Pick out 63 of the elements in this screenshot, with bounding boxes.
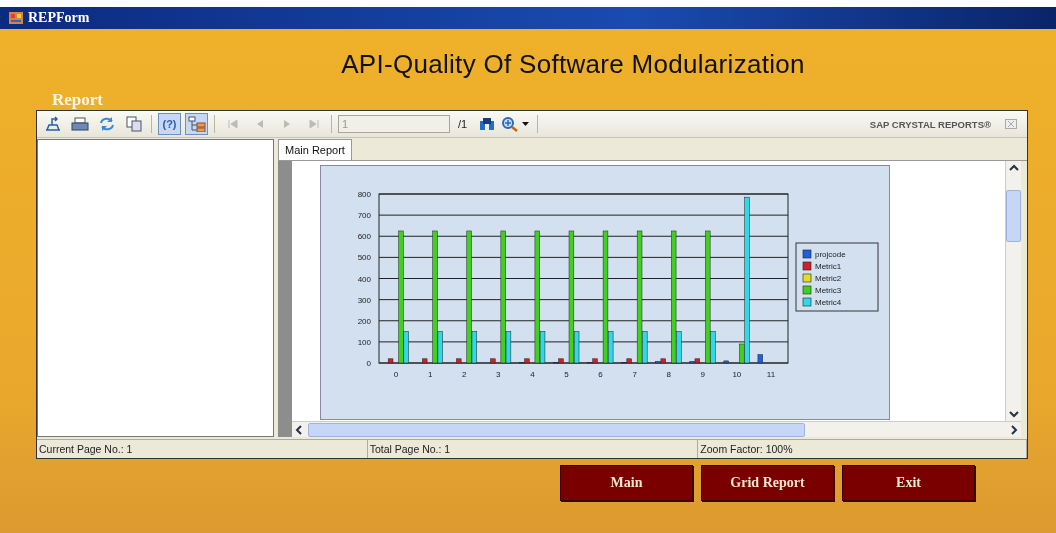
y-axis-label: 600 <box>357 232 371 242</box>
section-label: Report <box>52 90 103 110</box>
bar <box>490 358 496 364</box>
help-button[interactable]: (?) <box>158 113 181 135</box>
app-icon <box>8 10 24 26</box>
legend-label: Metric4 <box>815 298 842 307</box>
x-axis-label: 11 <box>766 370 776 379</box>
y-axis-label: 500 <box>357 253 371 263</box>
action-button[interactable]: Main <box>560 465 693 501</box>
y-axis-label: 700 <box>357 211 371 221</box>
legend-label: Metric3 <box>815 286 842 295</box>
y-axis-label: 400 <box>357 274 371 284</box>
x-axis-label: 2 <box>462 370 467 379</box>
copy-icon <box>124 116 143 132</box>
report-tab[interactable]: Main Report <box>278 139 352 160</box>
bar <box>723 360 729 364</box>
x-axis-label: 6 <box>598 370 603 379</box>
zoom-button[interactable] <box>499 116 532 132</box>
caret-icon <box>522 122 530 126</box>
scroll-thumb[interactable] <box>1006 190 1021 242</box>
tree-icon <box>187 116 206 132</box>
status-text: Zoom Factor: 100% <box>698 440 1027 458</box>
y-axis-label: 300 <box>357 295 371 305</box>
x-axis-label: 10 <box>732 370 742 379</box>
previous-page-icon <box>256 120 263 128</box>
legend-label: Metric1 <box>815 262 842 271</box>
page-total: /1 <box>458 118 468 130</box>
scroll-thumb[interactable] <box>308 422 805 437</box>
legend-label: Metric2 <box>815 274 842 283</box>
x-axis-label: 4 <box>530 370 535 379</box>
status-text: Current Page No.: 1 <box>37 440 368 458</box>
zoom-icon <box>501 116 520 132</box>
export-icon <box>43 116 62 132</box>
legend-label: projcode <box>815 250 846 259</box>
x-axis-label: 5 <box>564 370 569 379</box>
toolbar-button[interactable] <box>185 113 208 135</box>
x-axis-label: 3 <box>496 370 501 379</box>
next-page-icon <box>283 120 290 128</box>
refresh-icon <box>97 116 116 132</box>
x-axis-label: 1 <box>427 370 433 379</box>
vertical-scrollbar[interactable] <box>1005 161 1021 421</box>
bar <box>456 358 462 364</box>
close-icon[interactable] <box>1005 119 1017 129</box>
bar <box>422 358 428 364</box>
x-axis-label: 8 <box>666 370 671 379</box>
window-title: REPForm <box>28 10 90 26</box>
horizontal-scrollbar[interactable] <box>292 421 1021 437</box>
y-axis-label: 100 <box>357 337 371 347</box>
action-button[interactable]: Grid Report <box>701 465 834 501</box>
status-text: Total Page No.: 1 <box>367 440 699 458</box>
page-heading: API-Quality Of Software Modularization <box>341 49 805 80</box>
y-axis-label: 800 <box>357 190 371 199</box>
action-button[interactable]: Exit <box>842 465 975 501</box>
y-axis-label: 0 <box>366 359 371 368</box>
brand-label: SAP CRYSTAL REPORTS® <box>869 118 991 130</box>
x-axis-label: 7 <box>632 370 637 379</box>
bar <box>757 354 763 364</box>
printer-icon <box>70 116 89 132</box>
x-axis-label: 0 <box>393 370 399 379</box>
bar <box>387 358 394 364</box>
binoculars-icon[interactable] <box>479 117 496 131</box>
y-axis-label: 200 <box>357 316 371 326</box>
x-axis-label: 9 <box>700 370 705 379</box>
